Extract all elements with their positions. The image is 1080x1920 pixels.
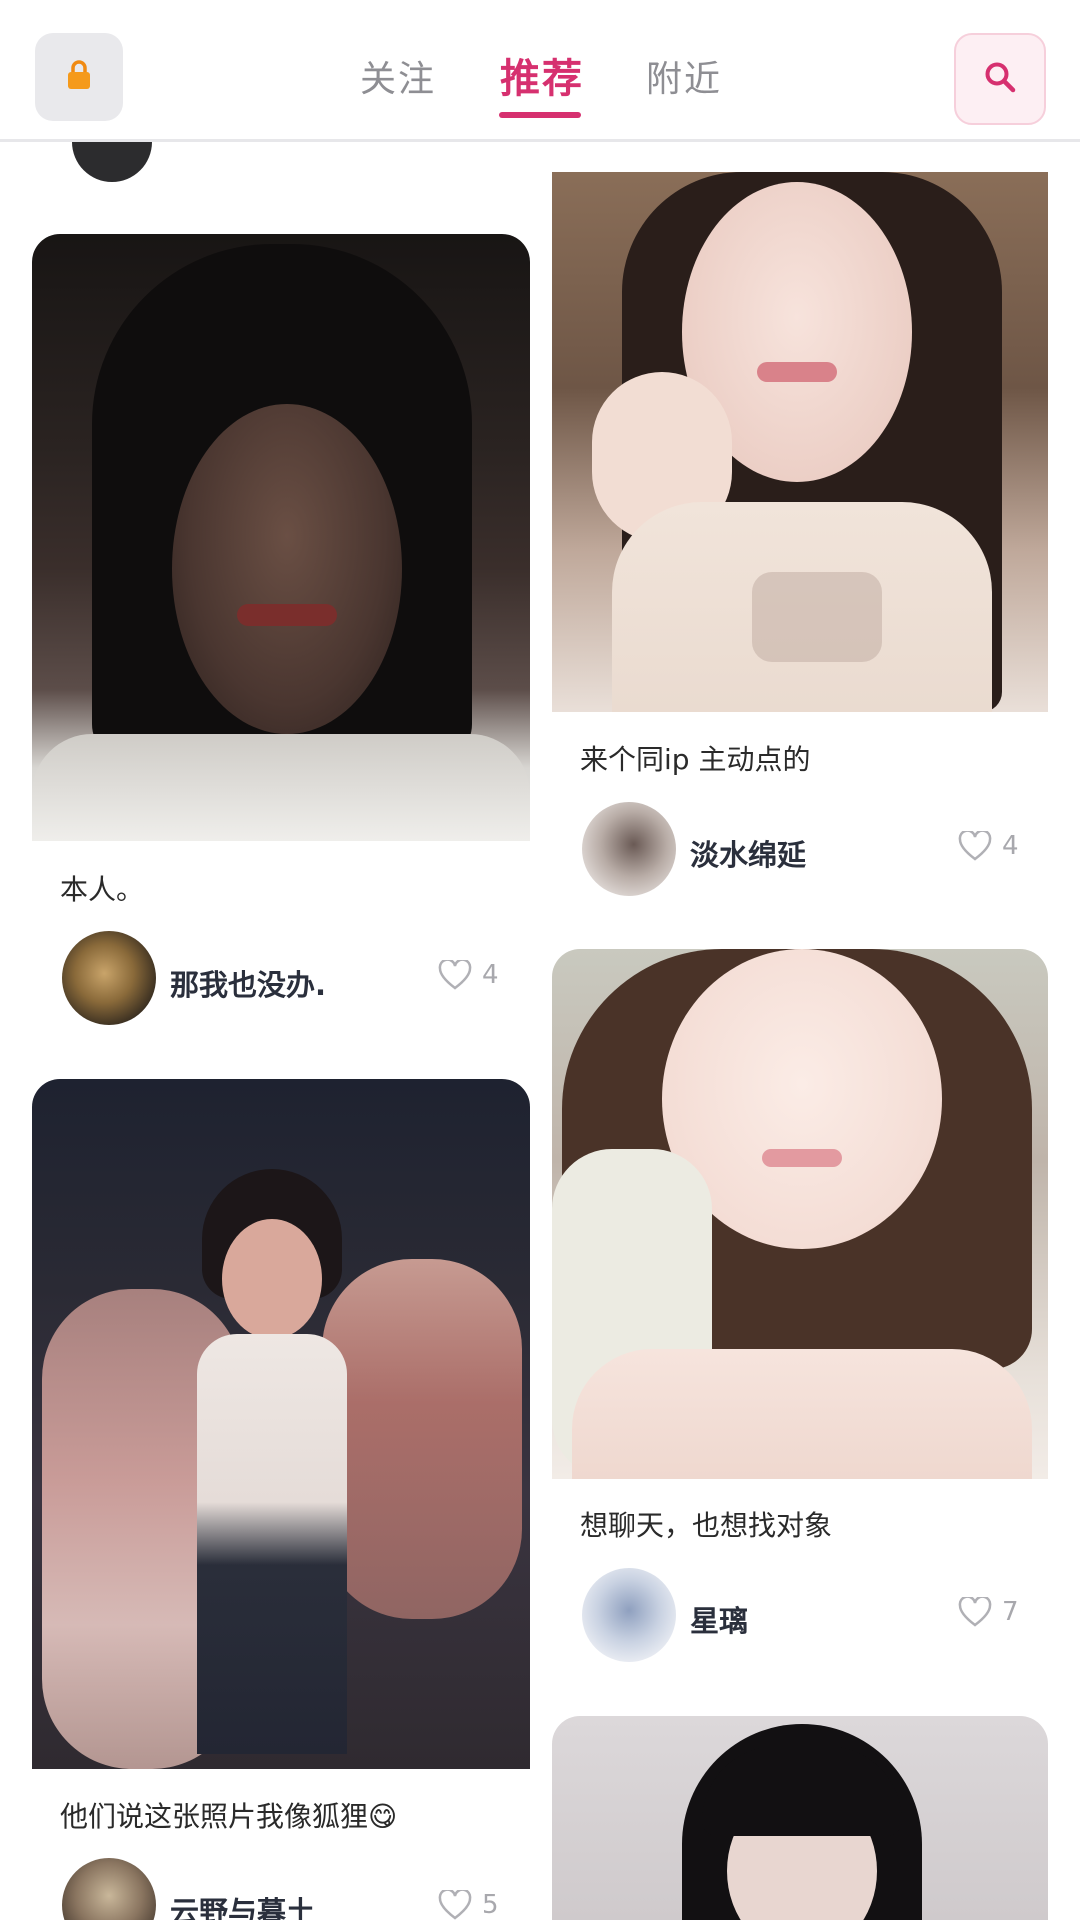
heart-icon bbox=[438, 1890, 472, 1920]
post-caption: 想聊天，也想找对象 bbox=[580, 1509, 833, 1542]
author-avatar[interactable] bbox=[582, 1568, 676, 1662]
like-count: 5 bbox=[482, 1890, 499, 1920]
like-button[interactable]: 4 bbox=[958, 831, 1019, 861]
like-button[interactable]: 7 bbox=[958, 1597, 1019, 1627]
post-photo[interactable] bbox=[32, 1079, 530, 1769]
author-avatar[interactable] bbox=[62, 931, 156, 1025]
author-name[interactable]: 淡水绵延 bbox=[690, 832, 806, 874]
heart-icon bbox=[958, 1597, 992, 1627]
post-photo[interactable] bbox=[552, 1716, 1048, 1920]
like-button[interactable]: 4 bbox=[438, 960, 499, 990]
post-caption: 本人。 bbox=[60, 873, 145, 906]
author-name[interactable]: 云野与暮土 bbox=[170, 1889, 315, 1920]
post-photo[interactable] bbox=[552, 949, 1048, 1479]
feed-tabs: 关注 推荐 附近 bbox=[0, 40, 1080, 120]
app-screen: 关注 推荐 附近 本人。 那我也没办. 4 他们说这张照片我像狐狸😋 云野与暮土… bbox=[0, 0, 1080, 1920]
like-count: 7 bbox=[1002, 1597, 1019, 1627]
heart-icon bbox=[958, 831, 992, 861]
tab-nearby[interactable]: 附近 bbox=[646, 50, 722, 102]
like-count: 4 bbox=[1002, 831, 1019, 861]
post-photo[interactable] bbox=[32, 234, 530, 841]
like-count: 4 bbox=[482, 960, 499, 990]
search-button[interactable] bbox=[954, 33, 1046, 125]
post-caption: 来个同ip 主动点的 bbox=[580, 743, 811, 776]
search-icon bbox=[983, 60, 1017, 98]
top-header: 关注 推荐 附近 bbox=[0, 0, 1080, 142]
author-name[interactable]: 星璃 bbox=[690, 1598, 748, 1640]
post-caption: 他们说这张照片我像狐狸😋 bbox=[60, 1800, 398, 1833]
author-avatar[interactable] bbox=[582, 802, 676, 896]
post-photo[interactable] bbox=[552, 172, 1048, 712]
tab-recommend[interactable]: 推荐 bbox=[500, 46, 584, 104]
tab-follow[interactable]: 关注 bbox=[360, 50, 436, 102]
author-avatar[interactable] bbox=[62, 1858, 156, 1920]
like-button[interactable]: 5 bbox=[438, 1890, 499, 1920]
author-name[interactable]: 那我也没办. bbox=[170, 962, 326, 1004]
active-tab-indicator bbox=[499, 112, 581, 118]
heart-icon bbox=[438, 960, 472, 990]
